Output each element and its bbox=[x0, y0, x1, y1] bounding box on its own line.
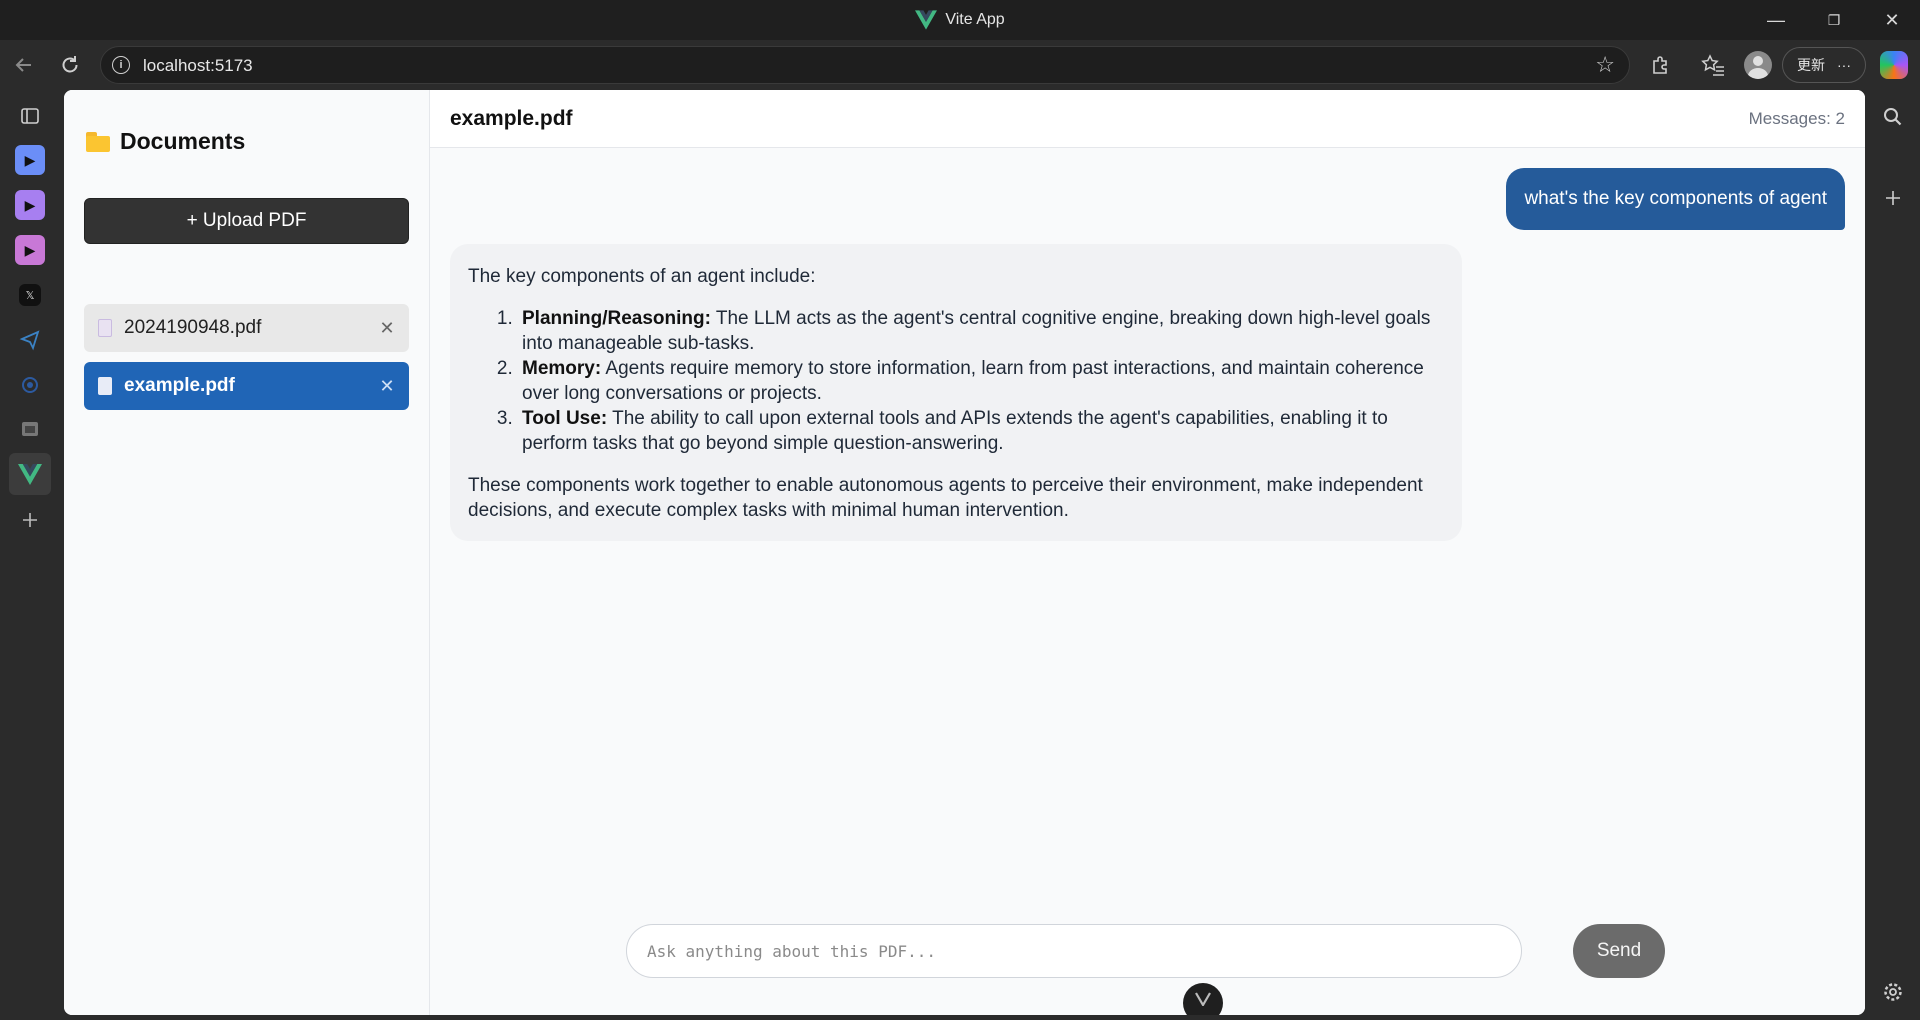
search-button[interactable] bbox=[1878, 102, 1908, 132]
answer-term: Memory: bbox=[522, 358, 602, 379]
new-tab-button[interactable] bbox=[13, 503, 47, 537]
target-icon bbox=[22, 377, 38, 393]
answer-term: Planning/Reasoning: bbox=[522, 308, 711, 329]
address-bar[interactable]: i localhost:5173 ☆ bbox=[100, 46, 1630, 84]
send-button[interactable]: Send bbox=[1573, 924, 1665, 978]
tab-site-4[interactable]: 𝕏 bbox=[13, 278, 47, 312]
tab-media-2[interactable]: ▶ bbox=[13, 188, 47, 222]
document-title: example.pdf bbox=[450, 107, 573, 130]
web-page: Documents + Upload PDF 2024190948.pdf ✕ … bbox=[64, 90, 1865, 1015]
file-item-active[interactable]: example.pdf ✕ bbox=[84, 362, 409, 410]
assistant-message: The key components of an agent include: … bbox=[450, 244, 1462, 541]
folder-icon bbox=[86, 131, 110, 152]
answer-intro: The key components of an agent include: bbox=[468, 266, 816, 287]
favorites-list-icon bbox=[1701, 54, 1724, 76]
file-item[interactable]: 2024190948.pdf ✕ bbox=[84, 304, 409, 352]
close-icon: ✕ bbox=[1884, 9, 1900, 30]
site-x-icon: 𝕏 bbox=[19, 284, 41, 306]
browser-sidebar bbox=[1866, 90, 1920, 1020]
close-window-button[interactable]: ✕ bbox=[1866, 0, 1918, 40]
favorites-button[interactable] bbox=[1697, 49, 1729, 81]
plus-icon bbox=[23, 513, 37, 527]
chat-header: example.pdf Messages: 2 bbox=[430, 90, 1865, 148]
play-icon: ▶ bbox=[15, 235, 45, 265]
file-name: 2024190948.pdf bbox=[124, 317, 262, 338]
url-text[interactable]: localhost:5173 bbox=[143, 56, 253, 76]
extensions-button[interactable] bbox=[1645, 49, 1677, 81]
restore-button[interactable]: ❐ bbox=[1808, 0, 1860, 40]
tab-site-7[interactable] bbox=[13, 412, 47, 446]
tab-media-1[interactable]: ▶ bbox=[13, 143, 47, 177]
chat-panel: example.pdf Messages: 2 what's the key c… bbox=[430, 90, 1865, 1015]
file-name: example.pdf bbox=[124, 375, 235, 396]
answer-list-item: Tool Use: The ability to call upon exter… bbox=[518, 406, 1444, 456]
favorite-star-icon[interactable]: ☆ bbox=[1595, 52, 1615, 78]
remove-file-button[interactable]: ✕ bbox=[365, 318, 409, 339]
answer-list: Planning/Reasoning: The LLM acts as the … bbox=[518, 306, 1444, 456]
upload-pdf-button[interactable]: + Upload PDF bbox=[84, 198, 409, 244]
message-count: Messages: 2 bbox=[1748, 109, 1845, 128]
window-icon bbox=[22, 422, 38, 436]
back-button[interactable] bbox=[8, 49, 40, 81]
answer-text: The ability to call upon external tools … bbox=[522, 408, 1388, 454]
sidebar-title: Documents bbox=[120, 128, 246, 154]
puzzle-icon bbox=[1653, 56, 1667, 74]
vue-devtools-icon bbox=[1195, 992, 1211, 1006]
search-icon bbox=[1884, 108, 1902, 126]
answer-list-item: Planning/Reasoning: The LLM acts as the … bbox=[518, 306, 1444, 356]
vue-devtools-button[interactable] bbox=[1183, 983, 1223, 1015]
minimize-icon: — bbox=[1767, 9, 1785, 30]
settings-button[interactable] bbox=[1878, 977, 1908, 1007]
play-icon: ▶ bbox=[15, 145, 45, 175]
answer-list-item: Memory: Agents require memory to store i… bbox=[518, 356, 1444, 406]
user-message: what's the key components of agent bbox=[1506, 168, 1845, 230]
documents-sidebar: Documents + Upload PDF 2024190948.pdf ✕ … bbox=[64, 90, 430, 1015]
copilot-icon[interactable] bbox=[1880, 51, 1908, 79]
send-plane-icon bbox=[19, 330, 40, 351]
window-title: Vite App bbox=[0, 0, 1920, 40]
vue-logo-icon bbox=[18, 463, 42, 485]
vertical-tabs: ▶ ▶ ▶ 𝕏 bbox=[0, 90, 62, 1020]
reload-button[interactable] bbox=[54, 49, 86, 81]
restore-icon: ❐ bbox=[1827, 11, 1841, 28]
more-icon: ··· bbox=[1837, 57, 1851, 73]
tab-media-3[interactable]: ▶ bbox=[13, 233, 47, 267]
minimize-button[interactable]: — bbox=[1750, 0, 1802, 40]
plus-icon bbox=[1886, 191, 1900, 205]
update-button[interactable]: 更新 ··· bbox=[1782, 47, 1866, 83]
remove-file-button[interactable]: ✕ bbox=[365, 376, 409, 397]
tab-actions-button[interactable] bbox=[13, 99, 47, 133]
vue-logo-icon bbox=[915, 10, 938, 30]
play-icon: ▶ bbox=[15, 190, 45, 220]
answer-term: Tool Use: bbox=[522, 408, 608, 429]
window-title-text: Vite App bbox=[945, 11, 1005, 28]
arrow-left-icon bbox=[15, 58, 31, 72]
tab-site-5[interactable] bbox=[13, 323, 47, 357]
tab-panel-icon bbox=[21, 108, 39, 124]
site-info-icon[interactable]: i bbox=[112, 56, 130, 74]
tab-vite-app[interactable] bbox=[9, 453, 51, 495]
tab-site-6[interactable] bbox=[13, 368, 47, 402]
pdf-file-icon bbox=[98, 319, 112, 337]
window-titlebar: Vite App — ❐ ✕ bbox=[0, 0, 1920, 40]
gear-icon bbox=[1884, 983, 1902, 1001]
pdf-file-icon bbox=[98, 377, 112, 395]
answer-text: Agents require memory to store informati… bbox=[522, 358, 1424, 404]
browser-toolbar: i localhost:5173 ☆ 更新 ··· bbox=[0, 40, 1920, 90]
add-sidebar-app-button[interactable] bbox=[1878, 183, 1908, 213]
profile-avatar[interactable] bbox=[1744, 51, 1772, 79]
sidebar-heading: Documents bbox=[86, 128, 245, 155]
reload-icon bbox=[62, 56, 78, 73]
update-label: 更新 bbox=[1797, 57, 1825, 73]
chat-input[interactable] bbox=[626, 924, 1522, 978]
answer-conclusion: These components work together to enable… bbox=[468, 475, 1423, 521]
chat-input-row: Send bbox=[430, 924, 1865, 980]
